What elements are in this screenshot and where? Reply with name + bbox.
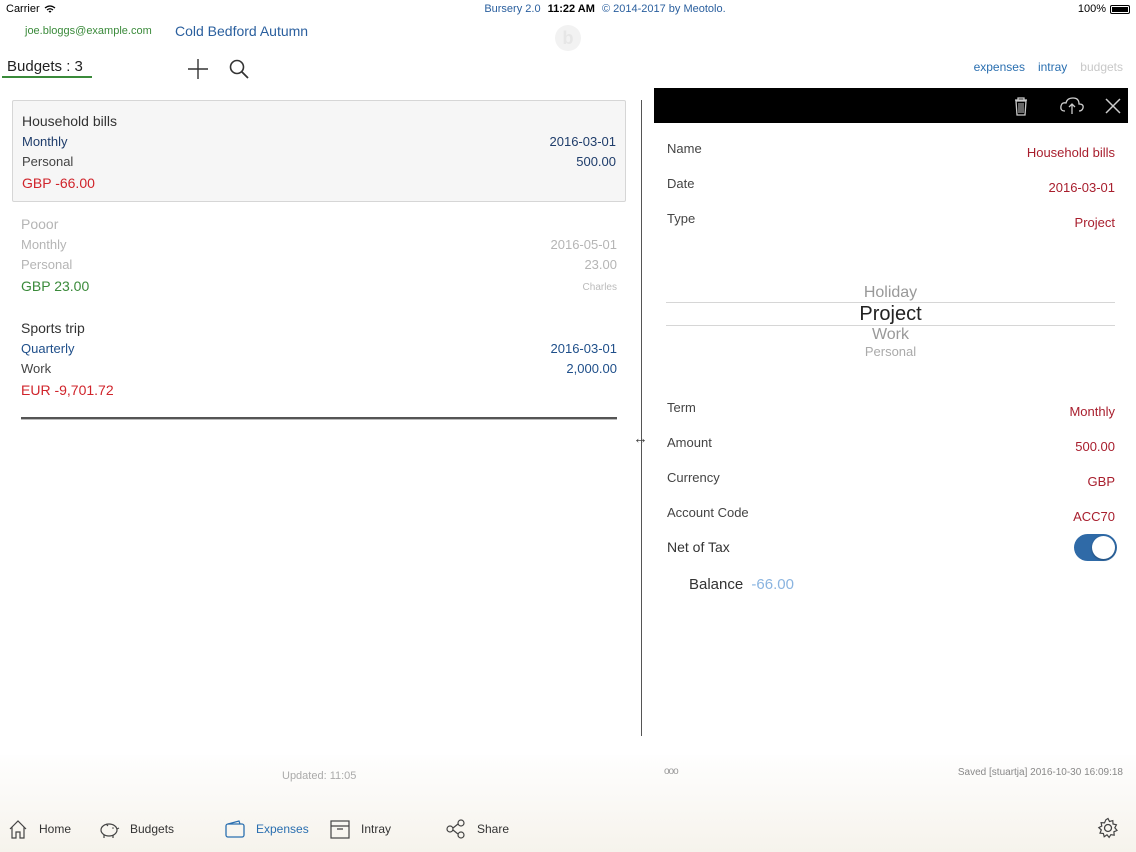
battery-icon [1110,4,1130,14]
tab-label: Share [477,822,510,836]
toggle-knob [1092,536,1115,559]
type-label: Type [667,211,696,226]
date-field[interactable]: 2016-03-01 [1049,180,1116,195]
detail-balance: Balance -66.00 [689,576,794,593]
detail-toolbar [654,88,1128,123]
nav-intray[interactable]: intray [1038,60,1067,74]
settings-button[interactable] [1097,817,1119,839]
tab-share[interactable]: Share [445,816,509,842]
close-detail-button[interactable] [1102,95,1124,117]
type-picker[interactable]: Holiday Project Work Personal [666,280,1115,362]
home-icon [9,820,27,839]
copyright: © 2014-2017 by Meotolo. [601,3,726,15]
budget-name: Pooor [21,216,59,232]
add-budget-button[interactable] [186,57,210,81]
budget-amount: 23.00 [584,257,617,272]
app-logo: b [555,25,581,51]
budget-card[interactable]: Household bills Monthly 2016-03-01 Perso… [12,100,626,202]
net-of-tax-toggle[interactable] [1074,534,1117,561]
list-name[interactable]: Cold Bedford Autumn [175,23,308,39]
term-label: Term [667,400,696,415]
upload-button[interactable] [1059,95,1085,117]
net-of-tax-label: Net of Tax [667,539,730,555]
budget-balance: GBP 23.00 [21,278,90,294]
name-label: Name [667,141,702,156]
tab-label: Budgets [130,822,175,836]
trash-icon [1015,97,1027,116]
amount-field[interactable]: 500.00 [1075,439,1115,454]
name-field[interactable]: Household bills [1027,145,1115,160]
budget-amount: 500.00 [576,154,616,169]
search-icon [229,59,249,79]
budgets-count-underline [2,76,92,78]
inbox-icon [330,820,350,839]
budget-balance: GBP -66.00 [22,175,95,191]
amount-label: Amount [667,435,712,450]
tab-label: Expenses [256,822,309,836]
budget-term: Quarterly [21,341,75,356]
tab-home[interactable]: Home [7,816,71,842]
budget-name: Sports trip [21,320,85,336]
more-dots[interactable]: ooo [664,766,679,777]
battery-level: 100% [1077,3,1106,15]
tab-label: Home [39,822,72,836]
budget-name: Household bills [22,113,117,129]
term-field[interactable]: Monthly [1069,404,1115,419]
budget-card[interactable]: Pooor Monthly 2016-05-01 Personal 23.00 … [12,204,626,306]
status-bar: Carrier Bursery 2.0 11:22 AM © 2014-2017… [0,0,1136,18]
budget-term: Monthly [21,237,67,252]
user-email[interactable]: joe.bloggs@example.com [25,25,152,37]
balance-label: Balance [689,576,744,593]
type-field[interactable]: Project [1075,215,1115,230]
currency-label: Currency [667,470,720,485]
budget-type: Personal [22,154,74,169]
budget-owner: Charles [582,282,617,293]
app-name: Bursery 2.0 [484,3,541,15]
battery-indicator: 100% [1078,3,1130,15]
wallet-icon [225,820,245,838]
picker-option[interactable]: Personal [666,344,1115,357]
picker-option-selected[interactable]: Project [666,303,1115,326]
budget-date: 2016-05-01 [550,237,618,252]
account-code-label: Account Code [667,505,749,520]
gear-icon [1097,817,1118,839]
tab-intray[interactable]: Intray [329,816,391,842]
budget-type: Work [21,361,52,376]
account-code-field[interactable]: ACC70 [1073,509,1115,524]
budget-term: Monthly [22,134,68,149]
clock: 11:22 AM [547,3,595,15]
budget-date: 2016-03-01 [550,341,618,356]
picker-option[interactable]: Holiday [666,284,1115,302]
nav-expenses[interactable]: expenses [974,60,1025,74]
split-divider[interactable] [641,100,642,736]
budget-date: 2016-03-01 [549,134,617,149]
search-button[interactable] [228,58,250,80]
saved-status: Saved [stuartja] 2016-10-30 16:09:18 [957,767,1123,778]
share-icon [446,819,465,839]
resize-icon[interactable]: ↔ [633,430,648,447]
tab-budgets[interactable]: Budgets [98,816,174,842]
close-icon [1105,98,1121,114]
budget-balance: EUR -9,701.72 [21,382,114,398]
currency-field[interactable]: GBP [1088,474,1115,489]
updated-time: Updated: 11:05 [282,770,357,782]
plus-icon [188,59,208,79]
cloud-upload-icon [1060,97,1084,114]
section-nav: expenses intray budgets [974,60,1123,74]
budget-amount: 2,000.00 [566,361,617,376]
list-end-divider [21,417,617,420]
picker-option[interactable]: Work [666,326,1115,344]
balance-value: -66.00 [751,576,794,593]
nav-budgets: budgets [1080,60,1123,74]
budget-card[interactable]: Sports trip Quarterly 2016-03-01 Work 2,… [12,308,626,410]
date-label: Date [667,176,695,191]
budget-type: Personal [21,257,73,272]
delete-button[interactable] [1010,95,1032,117]
status-center: Bursery 2.0 11:22 AM © 2014-2017 by Meot… [0,3,1136,15]
budgets-count: Budgets : 3 [7,58,83,75]
piggy-bank-icon [100,823,120,838]
tab-expenses[interactable]: Expenses [224,816,309,842]
tab-label: Intray [361,822,392,836]
